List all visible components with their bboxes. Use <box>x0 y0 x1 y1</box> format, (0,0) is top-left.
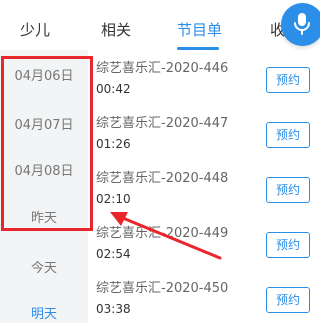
program-title: 综艺喜乐汇-2020-447 <box>96 116 229 131</box>
reserve-button[interactable]: 预约 <box>266 232 310 258</box>
voice-search-button[interactable] <box>281 3 320 46</box>
date-sidebar: 04月06日 04月07日 04月08日 昨天 今天 明天 <box>0 50 88 323</box>
program-time: 01:26 <box>96 137 131 151</box>
program-title: 综艺喜乐汇-2020-448 <box>96 171 229 186</box>
program-row: 综艺喜乐汇-2020-447 01:26 预约 <box>88 105 320 163</box>
reserve-button[interactable]: 预约 <box>266 122 310 148</box>
program-time: 02:54 <box>96 247 131 261</box>
program-list: 综艺喜乐汇-2020-446 00:42 预约 综艺喜乐汇-2020-447 0… <box>88 50 320 323</box>
program-title: 综艺喜乐汇-2020-450 <box>96 281 229 296</box>
program-time: 02:10 <box>96 192 131 206</box>
date-item-0407[interactable]: 04月07日 <box>0 117 88 135</box>
tab-kids[interactable]: 少儿 <box>20 20 50 40</box>
reserve-button[interactable]: 预约 <box>266 177 310 203</box>
date-item-yesterday[interactable]: 昨天 <box>0 210 88 228</box>
program-time: 03:38 <box>96 302 131 316</box>
date-item-0406[interactable]: 04月06日 <box>0 68 88 86</box>
program-time: 00:42 <box>96 82 131 96</box>
program-row: 综艺喜乐汇-2020-448 02:10 预约 <box>88 160 320 218</box>
date-item-tomorrow[interactable]: 明天 <box>0 306 88 323</box>
program-title: 综艺喜乐汇-2020-446 <box>96 61 229 76</box>
reserve-button[interactable]: 预约 <box>266 287 310 313</box>
date-item-0408[interactable]: 04月08日 <box>0 163 88 181</box>
date-item-today[interactable]: 今天 <box>0 260 88 278</box>
tab-related[interactable]: 相关 <box>101 20 131 40</box>
microphone-icon <box>294 13 310 35</box>
tv-program-guide-screen: 少儿 相关 节目单 收 04月06日 04月07日 04月08日 昨天 今天 明… <box>0 0 320 323</box>
reserve-button[interactable]: 预约 <box>266 67 310 93</box>
program-row: 综艺喜乐汇-2020-446 00:42 预约 <box>88 50 320 108</box>
tab-schedule[interactable]: 节目单 <box>177 20 222 40</box>
program-row: 综艺喜乐汇-2020-449 02:54 预约 <box>88 215 320 273</box>
program-title: 综艺喜乐汇-2020-449 <box>96 226 229 241</box>
program-row: 综艺喜乐汇-2020-450 03:38 预约 <box>88 270 320 323</box>
